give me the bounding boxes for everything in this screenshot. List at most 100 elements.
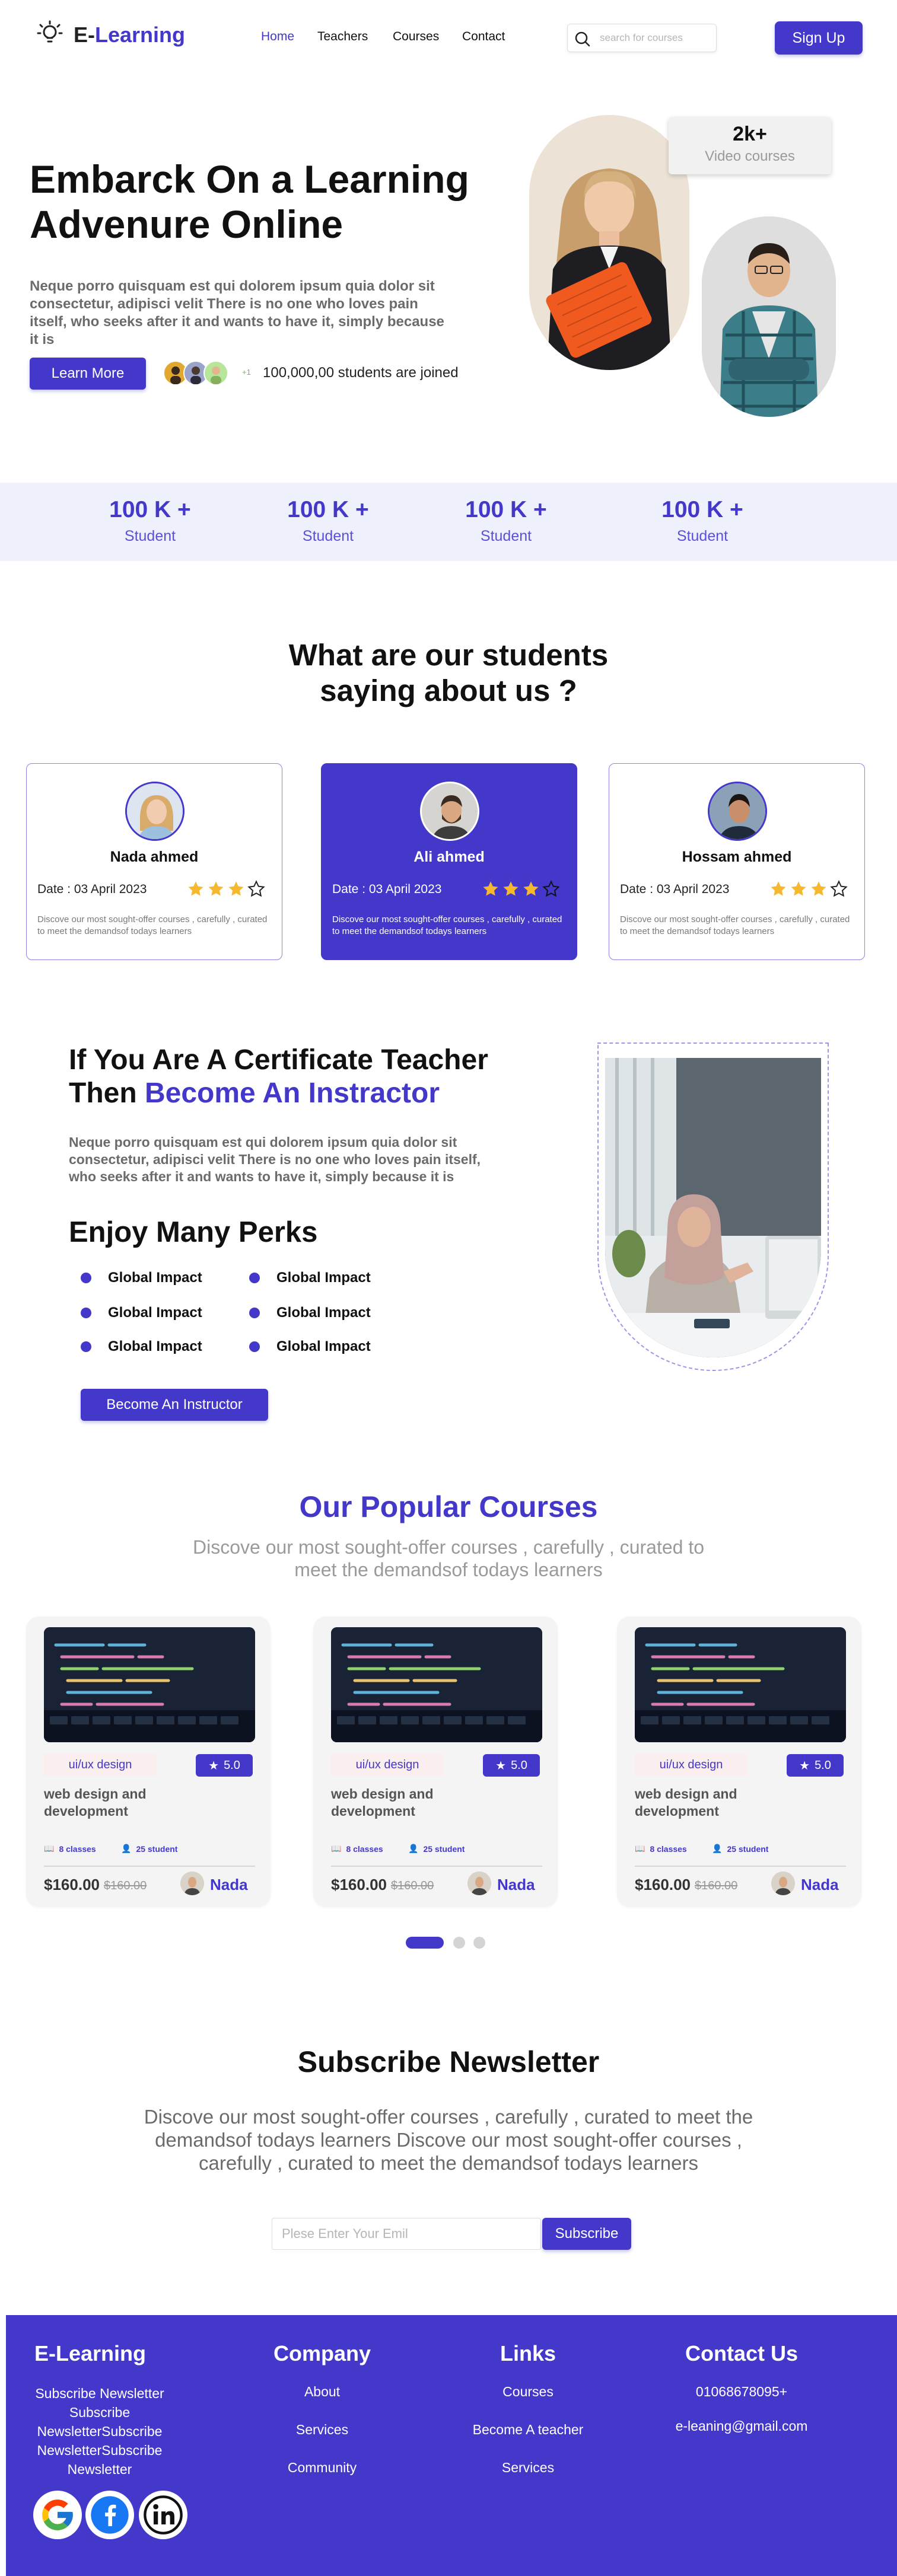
learn-more-button[interactable]: Learn More bbox=[30, 358, 146, 390]
signup-button[interactable]: Sign Up bbox=[775, 21, 863, 55]
perk-item: Global Impact bbox=[81, 1270, 202, 1286]
testimonial-date: Date : 03 April 2023 bbox=[620, 882, 730, 896]
avatar bbox=[708, 782, 767, 841]
user-icon: 👤 bbox=[408, 1844, 419, 1853]
footer-link-services[interactable]: Services bbox=[233, 2422, 411, 2438]
course-rating: ★ 5.0 bbox=[196, 1754, 253, 1777]
avatar bbox=[771, 1872, 795, 1895]
pagination-dot-active[interactable] bbox=[406, 1937, 444, 1949]
footer-contact-title: Contact Us bbox=[685, 2341, 799, 2365]
star-outline-icon bbox=[830, 880, 848, 901]
testimonial-card[interactable]: Hossam ahmed Date : 03 April 2023 Discov… bbox=[609, 763, 865, 960]
stat-item: 100 K + Student bbox=[465, 497, 547, 544]
hero-text: Neque porro quisquam est qui dolorem ips… bbox=[30, 278, 444, 347]
footer-link-courses[interactable]: Courses bbox=[439, 2384, 617, 2400]
courses-subtitle: Discove our most sought-offer courses , … bbox=[192, 1536, 704, 1580]
course-old-price: $160.00 bbox=[104, 1879, 147, 1892]
star-icon: ★ bbox=[208, 1759, 220, 1772]
star-rating bbox=[482, 880, 560, 901]
star-icon bbox=[227, 880, 245, 901]
testimonial-card[interactable]: Nada ahmed Date : 03 April 2023 Discove … bbox=[26, 763, 282, 960]
google-icon[interactable] bbox=[33, 2491, 82, 2539]
perk-item: Global Impact bbox=[249, 1270, 371, 1286]
nav-courses[interactable]: Courses bbox=[393, 30, 439, 44]
stat-item: 100 K + Student bbox=[661, 497, 743, 544]
perks-title: Enjoy Many Perks bbox=[69, 1216, 318, 1248]
testimonial-date: Date : 03 April 2023 bbox=[332, 882, 442, 896]
hero-student-image-2 bbox=[702, 216, 836, 417]
become-instructor-button[interactable]: Become An Instructor bbox=[81, 1389, 268, 1421]
stat-item: 100 K + Student bbox=[287, 497, 369, 544]
newsletter-title: Subscribe Newsletter bbox=[297, 2045, 600, 2078]
bullet-icon bbox=[81, 1273, 91, 1283]
star-rating bbox=[769, 880, 848, 901]
course-card[interactable]: ui/ux design ★ 5.0 web design and develop… bbox=[26, 1617, 271, 1907]
star-outline-icon bbox=[247, 880, 265, 901]
book-icon: 📖 bbox=[635, 1844, 645, 1853]
instructor-image bbox=[605, 1058, 821, 1357]
bullet-icon bbox=[81, 1341, 91, 1352]
bullet-icon bbox=[249, 1273, 260, 1283]
teacher-name[interactable]: Nada bbox=[497, 1876, 535, 1894]
search-box[interactable] bbox=[567, 24, 717, 52]
course-card[interactable]: ui/ux design ★ 5.0 web design and develop… bbox=[617, 1617, 861, 1907]
star-icon bbox=[207, 880, 225, 901]
course-category[interactable]: ui/ux design bbox=[635, 1753, 748, 1777]
course-title[interactable]: web design and development bbox=[635, 1786, 789, 1820]
avatar bbox=[180, 1872, 204, 1895]
testimonial-name: Hossam ahmed bbox=[682, 849, 792, 865]
course-title[interactable]: web design and development bbox=[331, 1786, 485, 1820]
perk-item: Global Impact bbox=[249, 1338, 371, 1355]
course-students: 👤 25 student bbox=[712, 1844, 769, 1854]
testimonial-name: Ali ahmed bbox=[413, 849, 485, 865]
subscribe-button[interactable]: Subscribe bbox=[542, 2218, 631, 2250]
divider bbox=[635, 1866, 846, 1867]
teacher-name[interactable]: Nada bbox=[210, 1876, 248, 1894]
video-count: 2k+ bbox=[733, 123, 767, 145]
nav-home[interactable]: Home bbox=[261, 30, 294, 44]
course-image bbox=[635, 1627, 846, 1742]
search-input[interactable] bbox=[600, 32, 701, 44]
course-category[interactable]: ui/ux design bbox=[331, 1753, 444, 1777]
linkedin-icon[interactable] bbox=[139, 2491, 187, 2539]
course-title[interactable]: web design and development bbox=[44, 1786, 198, 1820]
star-rating bbox=[187, 880, 265, 901]
teacher-name[interactable]: Nada bbox=[801, 1876, 839, 1894]
star-icon bbox=[522, 880, 540, 901]
course-classes: 📖 8 classes bbox=[44, 1844, 96, 1854]
newsletter-text: Discove our most sought-offer courses , … bbox=[144, 2106, 753, 2174]
testimonial-card[interactable]: Ali ahmed Date : 03 April 2023 Discove o… bbox=[321, 763, 577, 960]
video-label: Video courses bbox=[705, 148, 795, 164]
footer-link-community[interactable]: Community bbox=[233, 2460, 411, 2476]
video-courses-card: 2k+ Video courses bbox=[669, 117, 831, 174]
pagination-dot[interactable] bbox=[453, 1937, 465, 1949]
course-classes: 📖 8 classes bbox=[331, 1844, 383, 1854]
lightbulb-icon bbox=[34, 18, 65, 52]
students-joined-text: 100,000,00 students are joined bbox=[263, 365, 459, 381]
course-rating: ★ 5.0 bbox=[483, 1754, 540, 1777]
user-icon: 👤 bbox=[121, 1844, 132, 1853]
book-icon: 📖 bbox=[331, 1844, 342, 1853]
logo[interactable]: E-Learning bbox=[34, 18, 185, 52]
facebook-icon[interactable] bbox=[85, 2491, 134, 2539]
star-icon bbox=[187, 880, 205, 901]
footer-link-about[interactable]: About bbox=[233, 2384, 411, 2400]
footer-brand: E-Learning bbox=[34, 2341, 147, 2365]
footer-email[interactable]: e-leaning@gmail.com bbox=[653, 2418, 831, 2434]
bullet-icon bbox=[249, 1341, 260, 1352]
star-icon: ★ bbox=[495, 1759, 507, 1772]
bullet-icon bbox=[81, 1308, 91, 1318]
nav-contact[interactable]: Contact bbox=[462, 30, 505, 44]
testimonial-date: Date : 03 April 2023 bbox=[37, 882, 147, 896]
course-classes: 📖 8 classes bbox=[635, 1844, 687, 1854]
footer-link-services-2[interactable]: Services bbox=[439, 2460, 617, 2476]
divider bbox=[44, 1866, 255, 1867]
footer-link-become-teacher[interactable]: Become A teacher bbox=[439, 2422, 617, 2438]
hero-student-image bbox=[529, 115, 689, 370]
course-card[interactable]: ui/ux design ★ 5.0 web design and develop… bbox=[313, 1617, 558, 1907]
footer-brand-text: Subscribe Newsletter Subscribe Newslette… bbox=[35, 2386, 164, 2477]
course-category[interactable]: ui/ux design bbox=[44, 1753, 157, 1777]
nav-teachers[interactable]: Teachers bbox=[317, 30, 368, 44]
pagination-dot[interactable] bbox=[473, 1937, 485, 1949]
email-field[interactable] bbox=[272, 2218, 541, 2250]
